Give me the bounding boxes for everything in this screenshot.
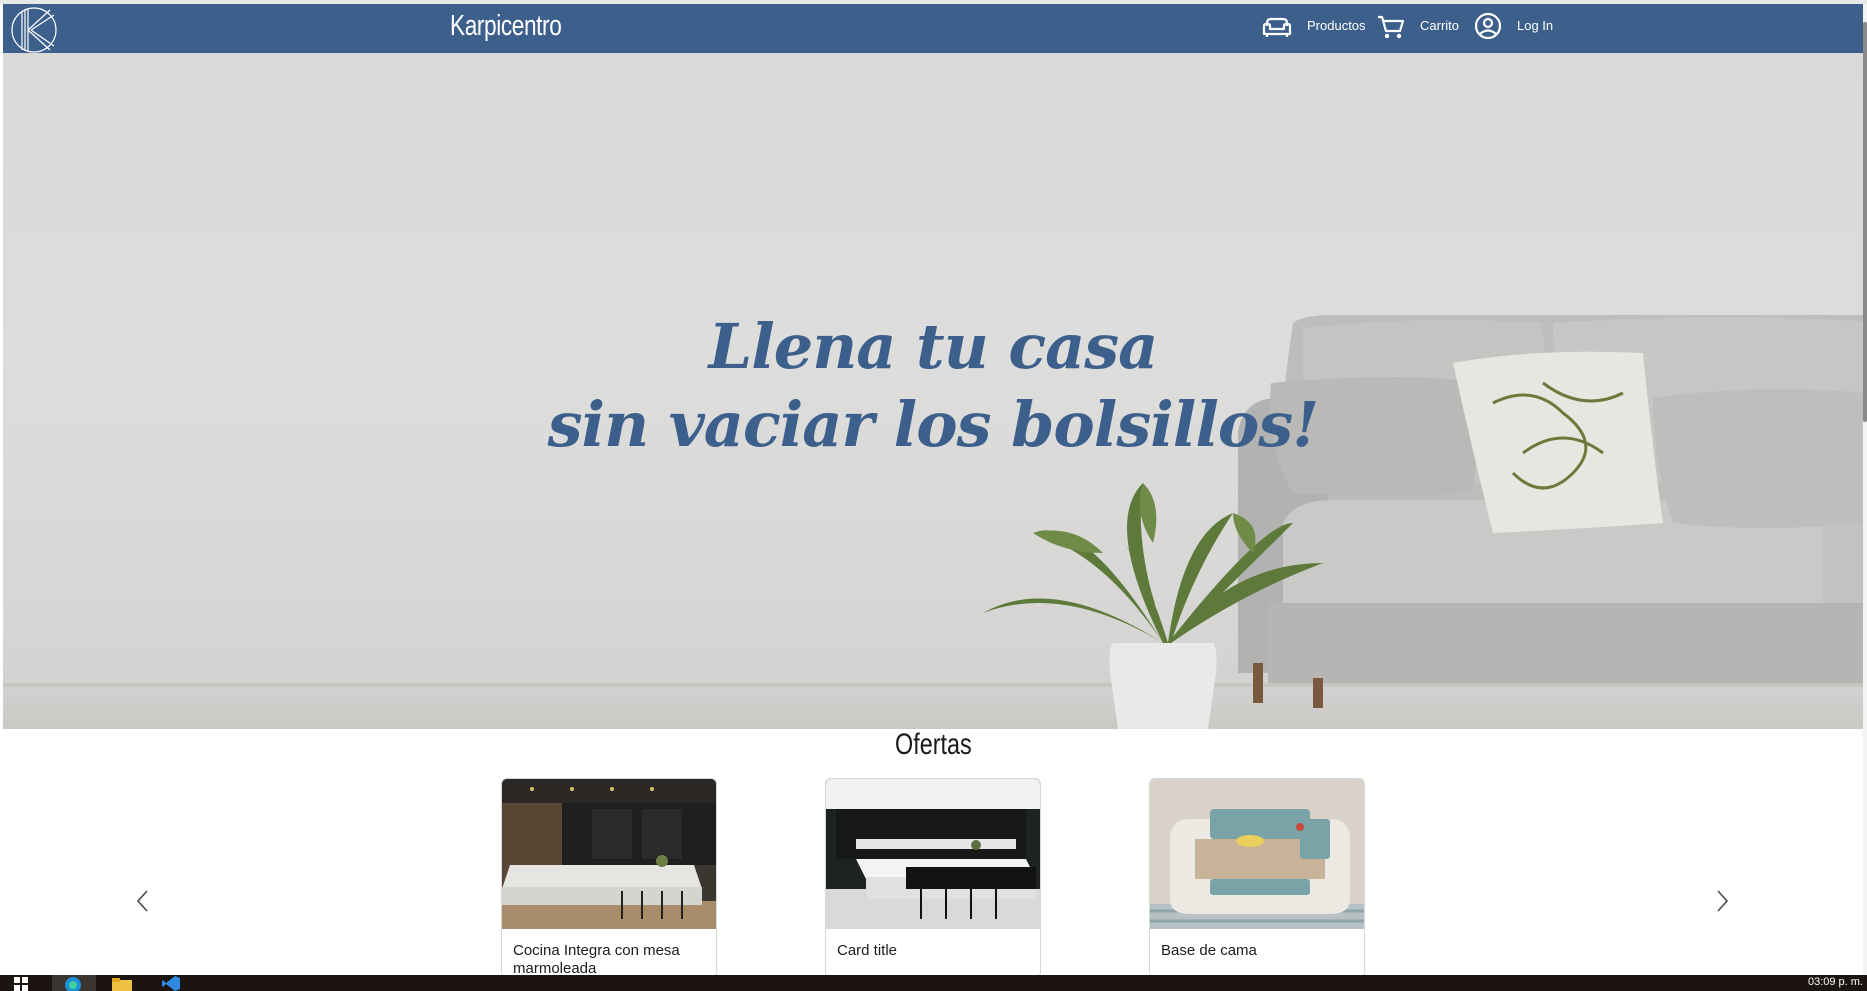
hero-headline-line2: sin vaciar los bolsillos! — [547, 388, 1320, 461]
brand-logo-icon[interactable] — [10, 6, 58, 54]
nav-productos[interactable]: Productos — [1261, 11, 1366, 47]
user-circle-icon — [1474, 12, 1502, 40]
os-taskbar: 03:09 p. m. — [0, 975, 1867, 991]
product-card-title: Cocina Integra con mesa marmoleada — [513, 942, 680, 975]
hero-headline-line1: Llena tu casa — [708, 310, 1159, 383]
carousel-next-icon[interactable] — [1711, 888, 1733, 914]
windows-start-icon[interactable] — [14, 977, 28, 991]
browser-viewport: Karpicentro Productos Carrito Log In Lle… — [0, 0, 1867, 975]
scrollbar-thumb[interactable] — [1863, 22, 1867, 422]
product-card-image — [502, 779, 716, 929]
carousel-prev-icon[interactable] — [132, 888, 154, 914]
nav-login[interactable]: Log In — [1473, 11, 1553, 47]
browser-icon — [65, 977, 81, 991]
nav-carrito-label: Carrito — [1420, 18, 1460, 33]
vscode-icon[interactable] — [162, 976, 180, 991]
nav-carrito[interactable]: Carrito — [1376, 11, 1459, 47]
product-card[interactable]: Base de cama — [1149, 778, 1365, 975]
ofertas-heading: Ofertas — [895, 728, 972, 761]
sofa-icon — [1262, 17, 1292, 37]
taskbar-clock[interactable]: 03:09 p. m. — [1808, 976, 1863, 988]
page-scrollbar[interactable] — [1863, 4, 1867, 975]
file-explorer-icon[interactable] — [112, 978, 132, 991]
brand-name[interactable]: Karpicentro — [450, 10, 562, 43]
product-card-image — [1150, 779, 1364, 929]
product-card-title: Card title — [837, 942, 898, 959]
hero-banner: Llena tu casa sin vaciar los bolsillos! — [3, 53, 1863, 729]
product-card-image — [826, 779, 1040, 929]
taskbar-active-app[interactable] — [52, 975, 96, 991]
nav-login-label: Log In — [1517, 18, 1554, 33]
nav-productos-label: Productos — [1307, 18, 1366, 33]
product-card[interactable]: Card title — [825, 778, 1041, 975]
navbar: Karpicentro Productos Carrito Log In — [3, 4, 1863, 53]
product-card-title: Base de cama — [1161, 942, 1257, 959]
cart-icon — [1378, 15, 1405, 39]
product-card[interactable]: Cocina Integra con mesa marmoleada — [501, 778, 717, 975]
hero-headline: Llena tu casa sin vaciar los bolsillos! — [3, 308, 1863, 464]
